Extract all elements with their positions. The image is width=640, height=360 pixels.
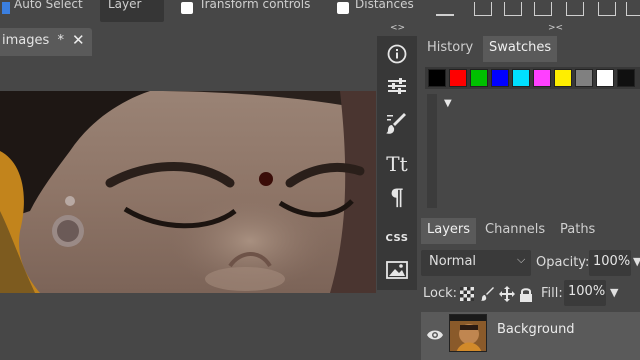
document-tab-name: images * (2, 33, 65, 48)
chevron-down-icon: ⌵ (517, 253, 526, 266)
side-toolbar: Tt ¶ CSS (377, 36, 417, 290)
lock-transparency-icon[interactable] (459, 286, 475, 302)
layer-name: Background (497, 322, 575, 337)
layers-panel-tabs: Layers Channels Paths (421, 218, 640, 244)
expand-triangle-icon[interactable]: ▼ (444, 98, 452, 109)
lock-all-icon[interactable] (518, 286, 534, 302)
swatch-white[interactable] (596, 69, 614, 87)
transform-controls-checkbox[interactable] (181, 2, 193, 14)
image-icon[interactable] (377, 254, 417, 286)
fill-label: Fill: (541, 286, 563, 301)
swatch-red[interactable] (449, 69, 467, 87)
align-frame-icon[interactable] (474, 2, 492, 16)
distribute-horizontal-icon[interactable] (598, 2, 616, 16)
opacity-label: Opacity: (536, 255, 590, 270)
css-icon[interactable]: CSS (377, 222, 417, 254)
swatches-panel: History Swatches ▼ (421, 36, 640, 212)
layer-thumbnail (449, 314, 487, 352)
lock-paint-icon[interactable] (480, 286, 496, 302)
swatch-group-area: ▼ (425, 92, 640, 210)
layers-panel: Layers Channels Paths Normal ⌵ Opacity: … (421, 218, 640, 360)
tab-swatches[interactable]: Swatches (483, 36, 558, 62)
swatch-scrollbar[interactable] (427, 94, 437, 208)
adjustments-icon[interactable] (377, 70, 417, 102)
swatch-yellow[interactable] (554, 69, 572, 87)
canvas-image[interactable] (0, 91, 376, 293)
opacity-field[interactable]: 100% (589, 250, 631, 276)
transform-target-select[interactable]: Layer (100, 0, 164, 22)
swatch-blue[interactable] (491, 69, 509, 87)
opacity-dropdown-icon[interactable]: ▼ (633, 255, 640, 268)
document-tab[interactable]: images * ✕ (0, 28, 92, 56)
fill-dropdown-icon[interactable]: ▼ (610, 286, 618, 299)
align-bottom-icon[interactable] (436, 0, 454, 16)
info-icon[interactable] (377, 38, 417, 70)
swatch-dark[interactable] (617, 69, 635, 87)
paragraph-icon[interactable]: ¶ (377, 182, 417, 214)
transform-controls-label: Transform controls (199, 0, 311, 11)
align-center-icon[interactable] (504, 2, 522, 16)
eye-icon[interactable] (427, 326, 443, 345)
swatch-gray[interactable] (575, 69, 593, 87)
tab-history[interactable]: History (421, 36, 479, 62)
align-top-icon[interactable] (534, 2, 552, 16)
swatch-black[interactable] (428, 69, 446, 87)
blend-mode-value: Normal (429, 254, 477, 269)
close-icon[interactable]: ✕ (72, 31, 85, 49)
distribute-vertical-icon[interactable] (626, 2, 640, 16)
lock-move-icon[interactable] (499, 286, 515, 302)
swatch-cyan[interactable] (512, 69, 530, 87)
swatches-panel-tabs: History Swatches (421, 36, 640, 62)
blend-mode-select[interactable]: Normal ⌵ (421, 250, 531, 276)
swatch-green[interactable] (470, 69, 488, 87)
options-bar: Auto Select Layer Transform controls Dis… (0, 0, 640, 26)
collapse-toolbar-icon[interactable]: <> (390, 23, 405, 33)
collapse-panel-icon[interactable]: >< (548, 23, 563, 33)
distribute-icon[interactable] (566, 2, 584, 16)
distances-checkbox[interactable] (337, 2, 349, 14)
auto-select-label: Auto Select (14, 0, 83, 11)
fill-field[interactable]: 100% (564, 280, 606, 306)
lock-label: Lock: (423, 286, 458, 301)
swatch-row (425, 67, 640, 89)
distances-label: Distances (355, 0, 414, 11)
tab-channels[interactable]: Channels (479, 218, 551, 244)
layer-row[interactable]: Background (421, 312, 640, 360)
text-icon[interactable]: Tt (377, 148, 417, 180)
swatch-magenta[interactable] (533, 69, 551, 87)
tab-paths[interactable]: Paths (554, 218, 601, 244)
brush-icon[interactable] (377, 108, 417, 140)
auto-select-checkbox[interactable] (2, 2, 10, 14)
tab-layers[interactable]: Layers (421, 218, 477, 244)
